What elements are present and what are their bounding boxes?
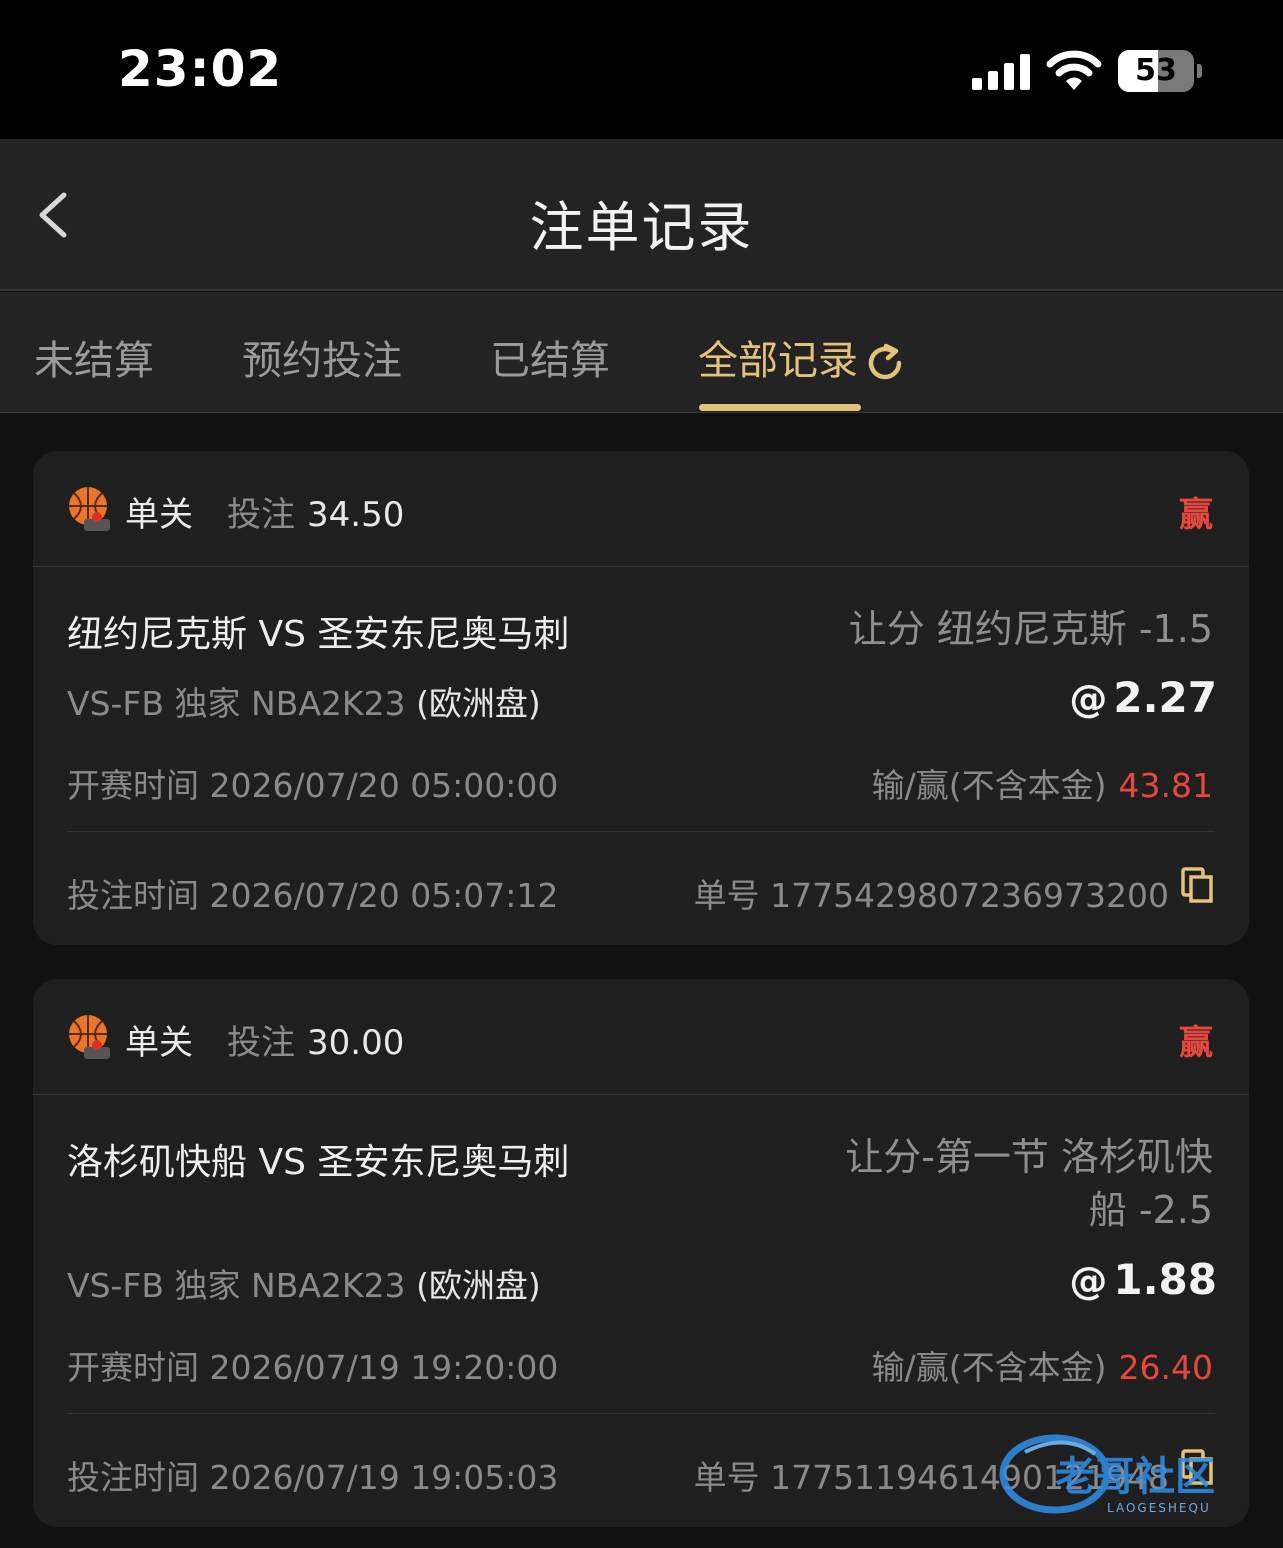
tab-unsettled[interactable]: 未结算 xyxy=(34,328,154,386)
odds-type: (欧洲盘) xyxy=(416,1266,541,1305)
start-time-value: 2026/07/19 19:20:00 xyxy=(209,1348,559,1387)
nav-bar: 注单记录 xyxy=(0,139,1283,291)
start-time-label: 开赛时间 xyxy=(67,1348,199,1387)
wifi-icon xyxy=(1046,50,1102,90)
result-badge: 赢 xyxy=(1179,495,1213,535)
order-number-value: 1775429807236973200 xyxy=(770,876,1169,915)
at-symbol: @ xyxy=(1069,677,1108,721)
tab-all-records[interactable]: 全部记录 xyxy=(698,328,906,386)
stake-amount: 30.00 xyxy=(307,1023,405,1063)
order-number: 单号 1775429807236973200 xyxy=(694,869,1169,917)
bet-time-label: 投注时间 xyxy=(67,1458,199,1497)
bet-time: 投注时间 2026/07/20 05:07:12 xyxy=(67,869,558,917)
bet-time-value: 2026/07/19 19:05:03 xyxy=(209,1458,559,1497)
bet-time-value: 2026/07/20 05:07:12 xyxy=(209,876,559,915)
watermark-text: 老哥社区 xyxy=(1055,1454,1215,1500)
league-name: VS-FB 独家 NBA2K23 xyxy=(67,684,406,723)
tab-settled[interactable]: 已结算 xyxy=(490,328,610,386)
bet-type: 单关 xyxy=(125,495,193,535)
stake: 投注 30.00 xyxy=(227,1015,404,1064)
status-time: 23:02 xyxy=(118,40,283,98)
start-time: 开赛时间 2026/07/19 19:20:00 xyxy=(67,1341,558,1389)
market-line: 让分-第一节 洛杉矶快 xyxy=(845,1135,1213,1179)
odds: @1.88 xyxy=(1069,1255,1217,1304)
battery-icon: 53 xyxy=(1118,50,1194,92)
bet-time: 投注时间 2026/07/19 19:05:03 xyxy=(67,1451,558,1499)
odds-type: (欧洲盘) xyxy=(416,684,541,723)
start-time-label: 开赛时间 xyxy=(67,766,199,805)
win-loss: 输/赢(不含本金) 26.40 xyxy=(872,1341,1213,1389)
start-time-value: 2026/07/20 05:00:00 xyxy=(209,766,559,805)
at-symbol: @ xyxy=(1069,1259,1108,1303)
divider xyxy=(67,831,1215,832)
market-line: 让分 纽约尼克斯 -1.5 xyxy=(848,607,1213,651)
stake: 投注 34.50 xyxy=(227,487,404,536)
win-loss-amount: 26.40 xyxy=(1118,1348,1213,1387)
active-tab-indicator xyxy=(699,404,861,411)
market: 让分 纽约尼克斯 -1.5 xyxy=(849,603,1213,656)
battery-percent: 53 xyxy=(1135,53,1177,88)
win-loss-label: 输/赢(不含本金) xyxy=(871,766,1107,805)
league: VS-FB 独家 NBA2K23 (欧洲盘) xyxy=(67,677,541,725)
odds-value: 2.27 xyxy=(1113,673,1217,722)
bet-type: 单关 xyxy=(125,1023,193,1063)
bet-time-label: 投注时间 xyxy=(67,876,199,915)
basketball-icon xyxy=(69,1015,110,1059)
watermark-logo: 老哥社区 LAOGESHEQU xyxy=(999,1434,1215,1515)
odds-value: 1.88 xyxy=(1113,1255,1217,1304)
divider xyxy=(67,1413,1215,1414)
start-time: 开赛时间 2026/07/20 05:00:00 xyxy=(67,759,558,807)
battery-cap xyxy=(1197,64,1202,78)
league: VS-FB 独家 NBA2K23 (欧洲盘) xyxy=(67,1259,541,1307)
page-title: 注单记录 xyxy=(529,196,754,259)
win-loss: 输/赢(不含本金) 43.81 xyxy=(872,759,1213,807)
stake-label: 投注 xyxy=(227,1023,295,1063)
bet-card-header: 单关 投注 30.00 赢 xyxy=(33,979,1249,1095)
copy-icon[interactable] xyxy=(1181,867,1215,903)
tab-scheduled-bets[interactable]: 预约投注 xyxy=(242,328,402,386)
refresh-icon[interactable] xyxy=(864,342,906,384)
market-line: 船 -2.5 xyxy=(1088,1188,1213,1232)
win-loss-amount: 43.81 xyxy=(1118,766,1213,805)
order-number-label: 单号 xyxy=(693,876,760,915)
odds: @2.27 xyxy=(1069,673,1217,722)
status-bar: 23:02 53 xyxy=(0,0,1283,139)
bet-card-header: 单关 投注 34.50 赢 xyxy=(33,451,1249,567)
win-loss-label: 输/赢(不含本金) xyxy=(871,1348,1107,1387)
stake-label: 投注 xyxy=(227,495,295,535)
order-number-label: 单号 xyxy=(693,1458,760,1497)
bet-card[interactable]: 单关 投注 34.50 赢 纽约尼克斯 VS 圣安东尼奥马刺 让分 纽约尼克斯 -… xyxy=(33,451,1249,945)
match-name: 纽约尼克斯 VS 圣安东尼奥马刺 xyxy=(67,614,570,655)
tab-all-records-label: 全部记录 xyxy=(698,338,858,384)
tab-bar: 未结算 预约投注 已结算 全部记录 xyxy=(0,292,1283,413)
watermark-subtext: LAOGESHEQU xyxy=(1107,1501,1211,1515)
match-name: 洛杉矶快船 VS 圣安东尼奥马刺 xyxy=(67,1142,570,1183)
cellular-signal-icon xyxy=(972,52,1032,90)
stake-amount: 34.50 xyxy=(307,495,405,535)
result-badge: 赢 xyxy=(1179,1023,1213,1063)
league-name: VS-FB 独家 NBA2K23 xyxy=(67,1266,406,1305)
market: 让分-第一节 洛杉矶快 船 -2.5 xyxy=(845,1131,1213,1237)
basketball-icon xyxy=(69,487,110,531)
